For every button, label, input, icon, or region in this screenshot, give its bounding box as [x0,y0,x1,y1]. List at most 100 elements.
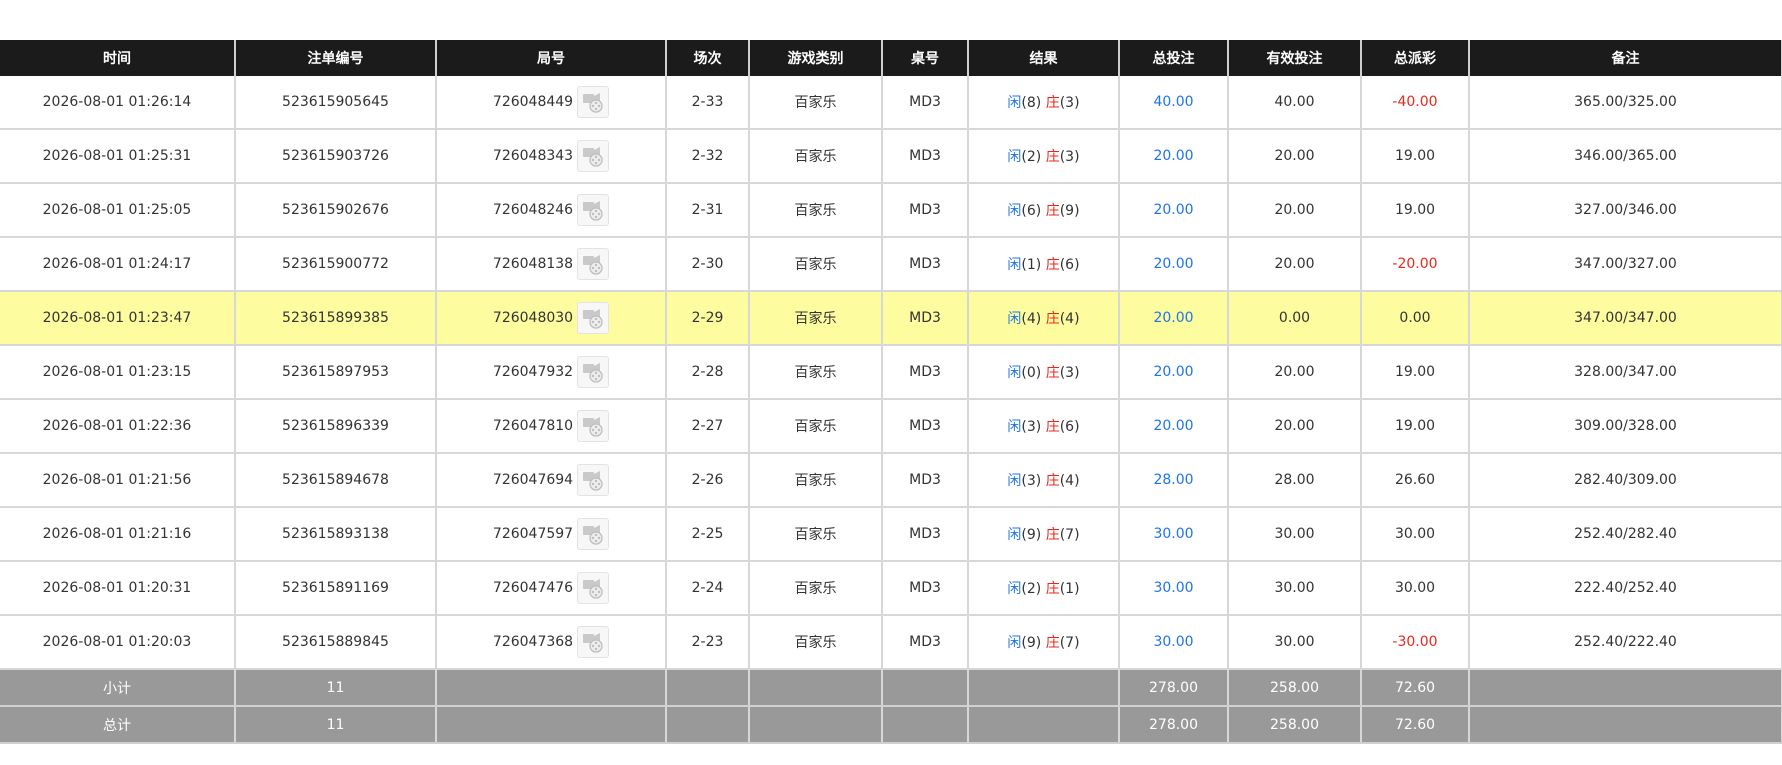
player-score: (6) [1021,203,1042,219]
grandtotal-valid-bet: 258.00 [1228,706,1362,744]
cell-time: 2026-08-01 01:25:31 [0,129,236,184]
empty-cell [436,669,667,707]
header-game-no: 局号 [436,40,667,76]
replay-button[interactable] [577,194,610,226]
player-label: 闲 [1007,527,1022,543]
subtotal-total-bet: 278.00 [1119,669,1229,707]
cell-remark: 252.40/222.40 [1469,615,1782,670]
cell-category: 百家乐 [749,507,883,562]
replay-button[interactable] [577,410,610,442]
table-header: 时间 注单编号 局号 场次 游戏类别 桌号 结果 总投注 有效投注 总派彩 备注 [0,40,1782,76]
cell-valid-bet: 20.00 [1228,129,1362,184]
cell-category: 百家乐 [749,453,883,508]
cell-table: MD3 [882,291,969,346]
replay-button[interactable] [577,302,610,334]
cell-table: MD3 [882,507,969,562]
grandtotal-row: 总计 11 278.00 258.00 72.60 [0,706,1782,744]
table-row: 2026-08-01 01:22:36 523615896339 726047810… [0,399,1782,454]
cell-total-bet: 20.00 [1119,183,1229,238]
cell-time: 2026-08-01 01:20:03 [0,615,236,670]
grandtotal-count: 11 [235,706,437,744]
player-score: (1) [1021,257,1042,273]
cell-category: 百家乐 [749,76,883,130]
banker-score: (3) [1059,365,1080,381]
player-label: 闲 [1007,473,1022,489]
cell-payout: 26.60 [1361,453,1470,508]
cell-round: 2-27 [666,399,750,454]
grandtotal-label: 总计 [0,706,236,744]
player-score: (9) [1021,527,1042,543]
header-table: 桌号 [882,40,969,76]
cell-remark: 346.00/365.00 [1469,129,1782,184]
player-score: (3) [1021,473,1042,489]
cell-game-no: 726048343 [436,129,667,184]
video-replay-icon [583,417,603,437]
player-label: 闲 [1007,635,1022,651]
empty-cell [968,706,1120,744]
empty-cell [1469,706,1782,744]
player-label: 闲 [1007,203,1022,219]
cell-result: 闲(2) 庄(1) [968,561,1120,616]
table-row: 2026-08-01 01:23:15 523615897953 726047932… [0,345,1782,400]
replay-button[interactable] [577,518,610,550]
cell-time: 2026-08-01 01:22:36 [0,399,236,454]
cell-bet-id: 523615905645 [235,76,437,130]
replay-button[interactable] [577,248,610,280]
cell-time: 2026-08-01 01:21:16 [0,507,236,562]
banker-score: (6) [1059,419,1080,435]
replay-button[interactable] [577,572,610,604]
table-row: 2026-08-01 01:23:47 523615899385 726048030… [0,291,1782,346]
cell-game-no: 726048246 [436,183,667,238]
banker-score: (4) [1059,473,1080,489]
player-label: 闲 [1007,257,1022,273]
cell-time: 2026-08-01 01:20:31 [0,561,236,616]
replay-button[interactable] [577,140,610,172]
empty-cell [666,706,750,744]
cell-bet-id: 523615891169 [235,561,437,616]
replay-button[interactable] [577,626,610,658]
player-score: (0) [1021,365,1042,381]
game-number: 726048030 [492,310,574,326]
cell-result: 闲(3) 庄(4) [968,453,1120,508]
video-replay-icon [583,525,603,545]
cell-category: 百家乐 [749,345,883,400]
game-number: 726047368 [492,634,574,650]
cell-bet-id: 523615889845 [235,615,437,670]
video-replay-icon [583,579,603,599]
cell-total-bet: 20.00 [1119,129,1229,184]
header-valid-bet: 有效投注 [1228,40,1362,76]
banker-score: (3) [1059,95,1080,111]
cell-bet-id: 523615900772 [235,237,437,292]
cell-game-no: 726047476 [436,561,667,616]
banker-label: 庄 [1045,473,1060,489]
cell-round: 2-23 [666,615,750,670]
player-score: (2) [1021,581,1042,597]
cell-category: 百家乐 [749,615,883,670]
replay-button[interactable] [577,464,610,496]
player-score: (8) [1021,95,1042,111]
cell-game-no: 726047597 [436,507,667,562]
cell-valid-bet: 20.00 [1228,183,1362,238]
banker-label: 庄 [1045,311,1060,327]
cell-remark: 309.00/328.00 [1469,399,1782,454]
banker-label: 庄 [1045,257,1060,273]
table-row: 2026-08-01 01:25:31 523615903726 726048343… [0,129,1782,184]
cell-category: 百家乐 [749,561,883,616]
header-time: 时间 [0,40,236,76]
empty-cell [749,669,883,707]
banker-score: (7) [1059,527,1080,543]
empty-cell [882,669,969,707]
banker-label: 庄 [1045,95,1060,111]
cell-time: 2026-08-01 01:21:56 [0,453,236,508]
cell-round: 2-28 [666,345,750,400]
subtotal-valid-bet: 258.00 [1228,669,1362,707]
player-label: 闲 [1007,365,1022,381]
replay-button[interactable] [577,86,610,118]
cell-result: 闲(4) 庄(4) [968,291,1120,346]
cell-category: 百家乐 [749,237,883,292]
replay-button[interactable] [577,356,610,388]
cell-table: MD3 [882,183,969,238]
player-label: 闲 [1007,95,1022,111]
header-bet-id: 注单编号 [235,40,437,76]
player-score: (3) [1021,419,1042,435]
